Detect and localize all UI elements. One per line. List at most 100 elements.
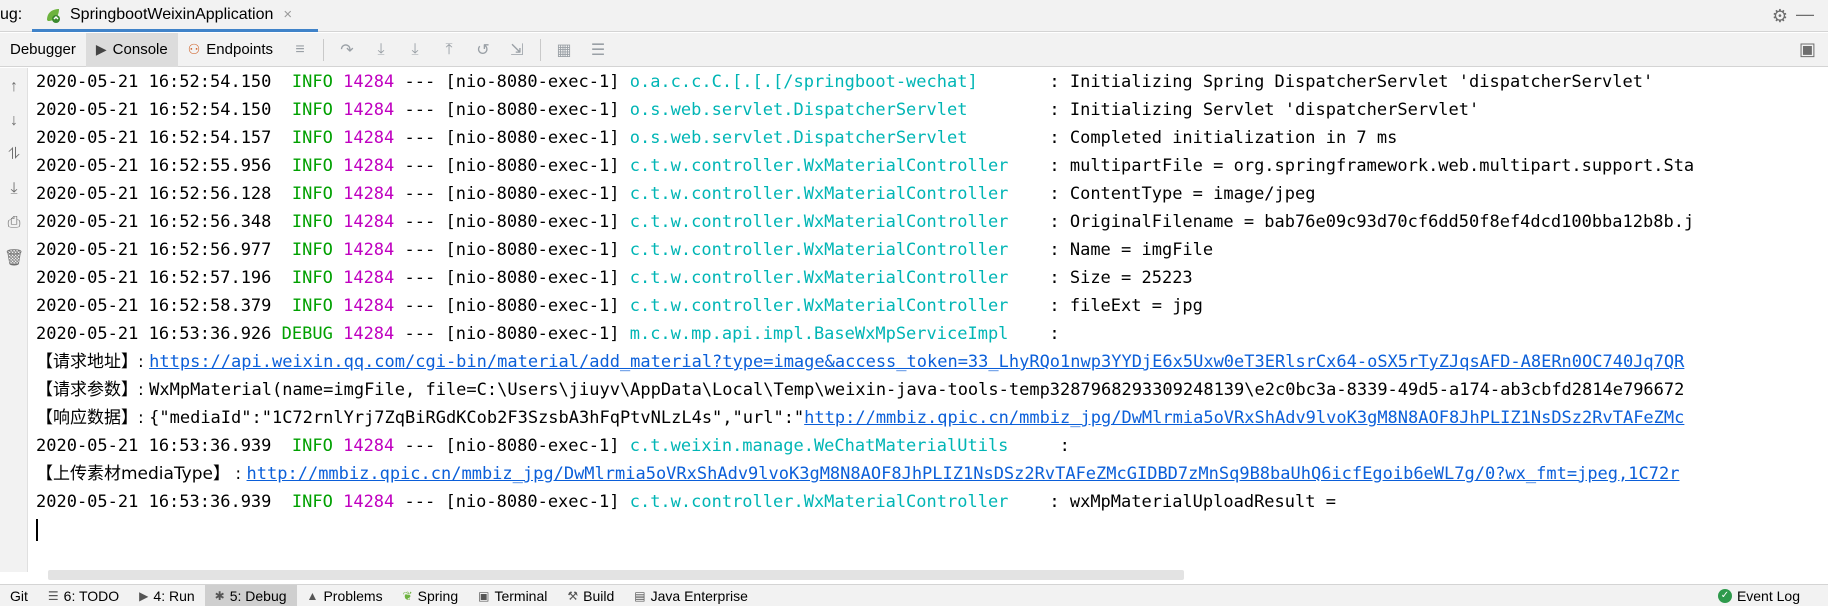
log-logger[interactable]: c.t.w.controller.WxMaterialController — [630, 184, 1009, 204]
log-line: 2020-05-21 16:53:36.926 DEBUG 14284 --- … — [36, 320, 1828, 348]
log-separator: --- — [394, 156, 446, 176]
status-todo[interactable]: ☰ 6: TODO — [38, 585, 129, 606]
status-run[interactable]: ▶ 4: Run — [129, 585, 204, 606]
log-pid: 14284 — [343, 156, 395, 176]
tab-debugger[interactable]: Debugger — [0, 33, 86, 67]
drop-frame-icon[interactable]: ↺ — [466, 40, 500, 60]
status-spring[interactable]: ❦ Spring — [393, 585, 469, 606]
log-thread: [nio-8080-exec-1] — [445, 212, 620, 232]
log-padding — [1008, 240, 1049, 260]
log-logger[interactable]: o.s.web.servlet.DispatcherServlet — [630, 128, 968, 148]
up-arrow-icon[interactable]: ↑ — [4, 78, 24, 98]
minimize-icon[interactable]: — — [1796, 4, 1814, 25]
warning-icon: ▲ — [306, 588, 319, 603]
trash-icon[interactable]: 🗑 — [4, 248, 24, 268]
run-to-cursor-icon[interactable]: ⇲ — [500, 40, 534, 60]
log-message: : fileExt = jpg — [1049, 296, 1203, 316]
status-terminal[interactable]: ▣ Terminal — [468, 585, 557, 606]
scroll-to-end-icon[interactable]: ⤓ — [4, 180, 24, 200]
log-level: INFO — [281, 268, 333, 288]
log-message: : Name = imgFile — [1049, 240, 1214, 260]
step-into-icon[interactable]: ⤓ — [364, 41, 398, 59]
request-params-value: WxMpMaterial(name=imgFile, file=C:\Users… — [149, 380, 1685, 400]
terminal-icon: ▣ — [478, 588, 490, 603]
list-icon[interactable]: ≡ — [283, 41, 317, 59]
step-out-icon[interactable]: ⤒ — [432, 41, 466, 59]
evaluate-expression-icon[interactable]: ▦ — [547, 40, 581, 60]
log-logger[interactable]: c.t.w.controller.WxMaterialController — [630, 156, 1009, 176]
log-timestamp: 2020-05-21 16:53:36.939 — [36, 492, 272, 512]
log-line: 2020-05-21 16:52:56.977 INFO 14284 --- [… — [36, 236, 1828, 264]
log-logger[interactable]: c.t.w.controller.WxMaterialController — [630, 268, 1009, 288]
log-line-utils: 2020-05-21 16:53:36.939 INFO 14284 --- [… — [36, 432, 1828, 460]
layout-icon[interactable]: ▣ — [1799, 39, 1816, 60]
log-logger[interactable]: c.t.weixin.manage.WeChatMaterialUtils — [630, 436, 1009, 456]
log-message: : Initializing Spring DispatcherServlet … — [1049, 72, 1654, 92]
tab-console-label: Console — [112, 41, 168, 58]
request-url-label: 【请求地址】: — [36, 352, 150, 372]
status-event-log[interactable]: ✓ Event Log — [1717, 585, 1800, 606]
log-pid: 14284 — [343, 212, 395, 232]
input-line[interactable] — [36, 516, 1828, 544]
log-message: : OriginalFilename = bab76e09c93d70cf6dd… — [1049, 212, 1695, 232]
log-timestamp: 2020-05-21 16:53:36.926 — [36, 324, 272, 344]
log-logger[interactable]: c.t.w.controller.WxMaterialController — [630, 212, 1009, 232]
print-icon[interactable]: ⎙ — [4, 214, 24, 234]
trace-icon[interactable]: ☰ — [581, 40, 615, 60]
log-separator: --- — [394, 268, 446, 288]
log-level: INFO — [281, 128, 333, 148]
log-logger[interactable]: c.t.w.controller.WxMaterialController — [630, 492, 1009, 512]
request-url-link[interactable]: https://api.weixin.qq.com/cgi-bin/materi… — [149, 352, 1684, 372]
log-pid: 14284 — [343, 436, 395, 456]
log-separator: --- — [394, 100, 446, 120]
log-padding — [1008, 436, 1059, 456]
status-run-label: 4: Run — [153, 587, 195, 604]
log-line: 2020-05-21 16:52:54.150 INFO 14284 --- [… — [36, 96, 1828, 124]
tab-console[interactable]: ▶ Console — [85, 32, 178, 67]
down-arrow-icon[interactable]: ↓ — [4, 112, 24, 132]
log-pid: 14284 — [343, 240, 395, 260]
soft-wrap-icon[interactable]: ⥮ — [4, 146, 24, 166]
log-logger[interactable]: o.a.c.c.C.[.[.[/springboot-wechat] — [630, 72, 978, 92]
horizontal-scrollbar[interactable] — [48, 570, 1184, 580]
close-icon[interactable]: × — [283, 6, 292, 23]
status-todo-label: 6: TODO — [63, 587, 120, 604]
log-padding — [1008, 156, 1049, 176]
step-over-icon[interactable]: ↷ — [330, 40, 364, 60]
log-line-request-params: 【请求参数】: WxMpMaterial(name=imgFile, file=… — [36, 376, 1828, 404]
gear-icon[interactable]: ⚙ — [1772, 6, 1788, 27]
log-level: INFO — [281, 156, 333, 176]
console-side-toolbar: ↑ ↓ ⥮ ⤓ ⎙ 🗑 — [0, 68, 28, 572]
run-config-tab[interactable]: SpringbootWeixinApplication × — [32, 0, 318, 32]
log-line-upload: 【上传素材mediaType】 : http://mmbiz.qpic.cn/m… — [36, 460, 1828, 488]
log-pid: 14284 — [343, 72, 395, 92]
log-message: : Initializing Servlet 'dispatcherServle… — [1049, 100, 1480, 120]
log-logger[interactable]: o.s.web.servlet.DispatcherServlet — [630, 100, 968, 120]
tab-endpoints[interactable]: ⚇ Endpoints — [178, 33, 283, 67]
toolbar-separator — [540, 38, 541, 61]
console-output[interactable]: 2020-05-21 16:52:54.150 INFO 14284 --- [… — [36, 68, 1828, 568]
status-debug[interactable]: ✱ 5: Debug — [204, 584, 297, 606]
log-line-request-url: 【请求地址】: https://api.weixin.qq.com/cgi-bi… — [36, 348, 1828, 376]
log-logger[interactable]: c.t.w.controller.WxMaterialController — [630, 296, 1009, 316]
status-bar: Git ☰ 6: TODO ▶ 4: Run ✱ 5: Debug ▲ Problems… — [0, 584, 1828, 606]
status-java-enterprise[interactable]: ▤ Java Enterprise — [624, 585, 758, 606]
status-problems[interactable]: ▲ Problems — [297, 585, 393, 606]
force-step-into-icon[interactable]: ⤓ — [398, 41, 432, 59]
log-logger[interactable]: m.c.w.mp.api.impl.BaseWxMpServiceImpl — [630, 324, 1009, 344]
hammer-icon: ⚒ — [567, 588, 579, 603]
log-thread: [nio-8080-exec-1] — [445, 324, 620, 344]
status-build[interactable]: ⚒ Build — [557, 585, 624, 606]
log-logger[interactable]: c.t.w.controller.WxMaterialController — [630, 240, 1009, 260]
log-timestamp: 2020-05-21 16:52:56.128 — [36, 184, 272, 204]
request-params-label: 【请求参数】: — [36, 380, 150, 400]
run-icon: ▶ — [139, 588, 149, 603]
status-git[interactable]: Git — [0, 585, 38, 606]
upload-url-link[interactable]: http://mmbiz.qpic.cn/mmbiz_jpg/DwMlrmia5… — [247, 464, 1680, 484]
response-url-link[interactable]: http://mmbiz.qpic.cn/mmbiz_jpg/DwMlrmia5… — [804, 408, 1684, 428]
spring-boot-icon — [44, 6, 62, 24]
log-timestamp: 2020-05-21 16:52:54.157 — [36, 128, 272, 148]
log-line-result: 2020-05-21 16:53:36.939 INFO 14284 --- [… — [36, 488, 1828, 516]
log-pid: 14284 — [343, 184, 395, 204]
log-separator: --- — [394, 324, 446, 344]
